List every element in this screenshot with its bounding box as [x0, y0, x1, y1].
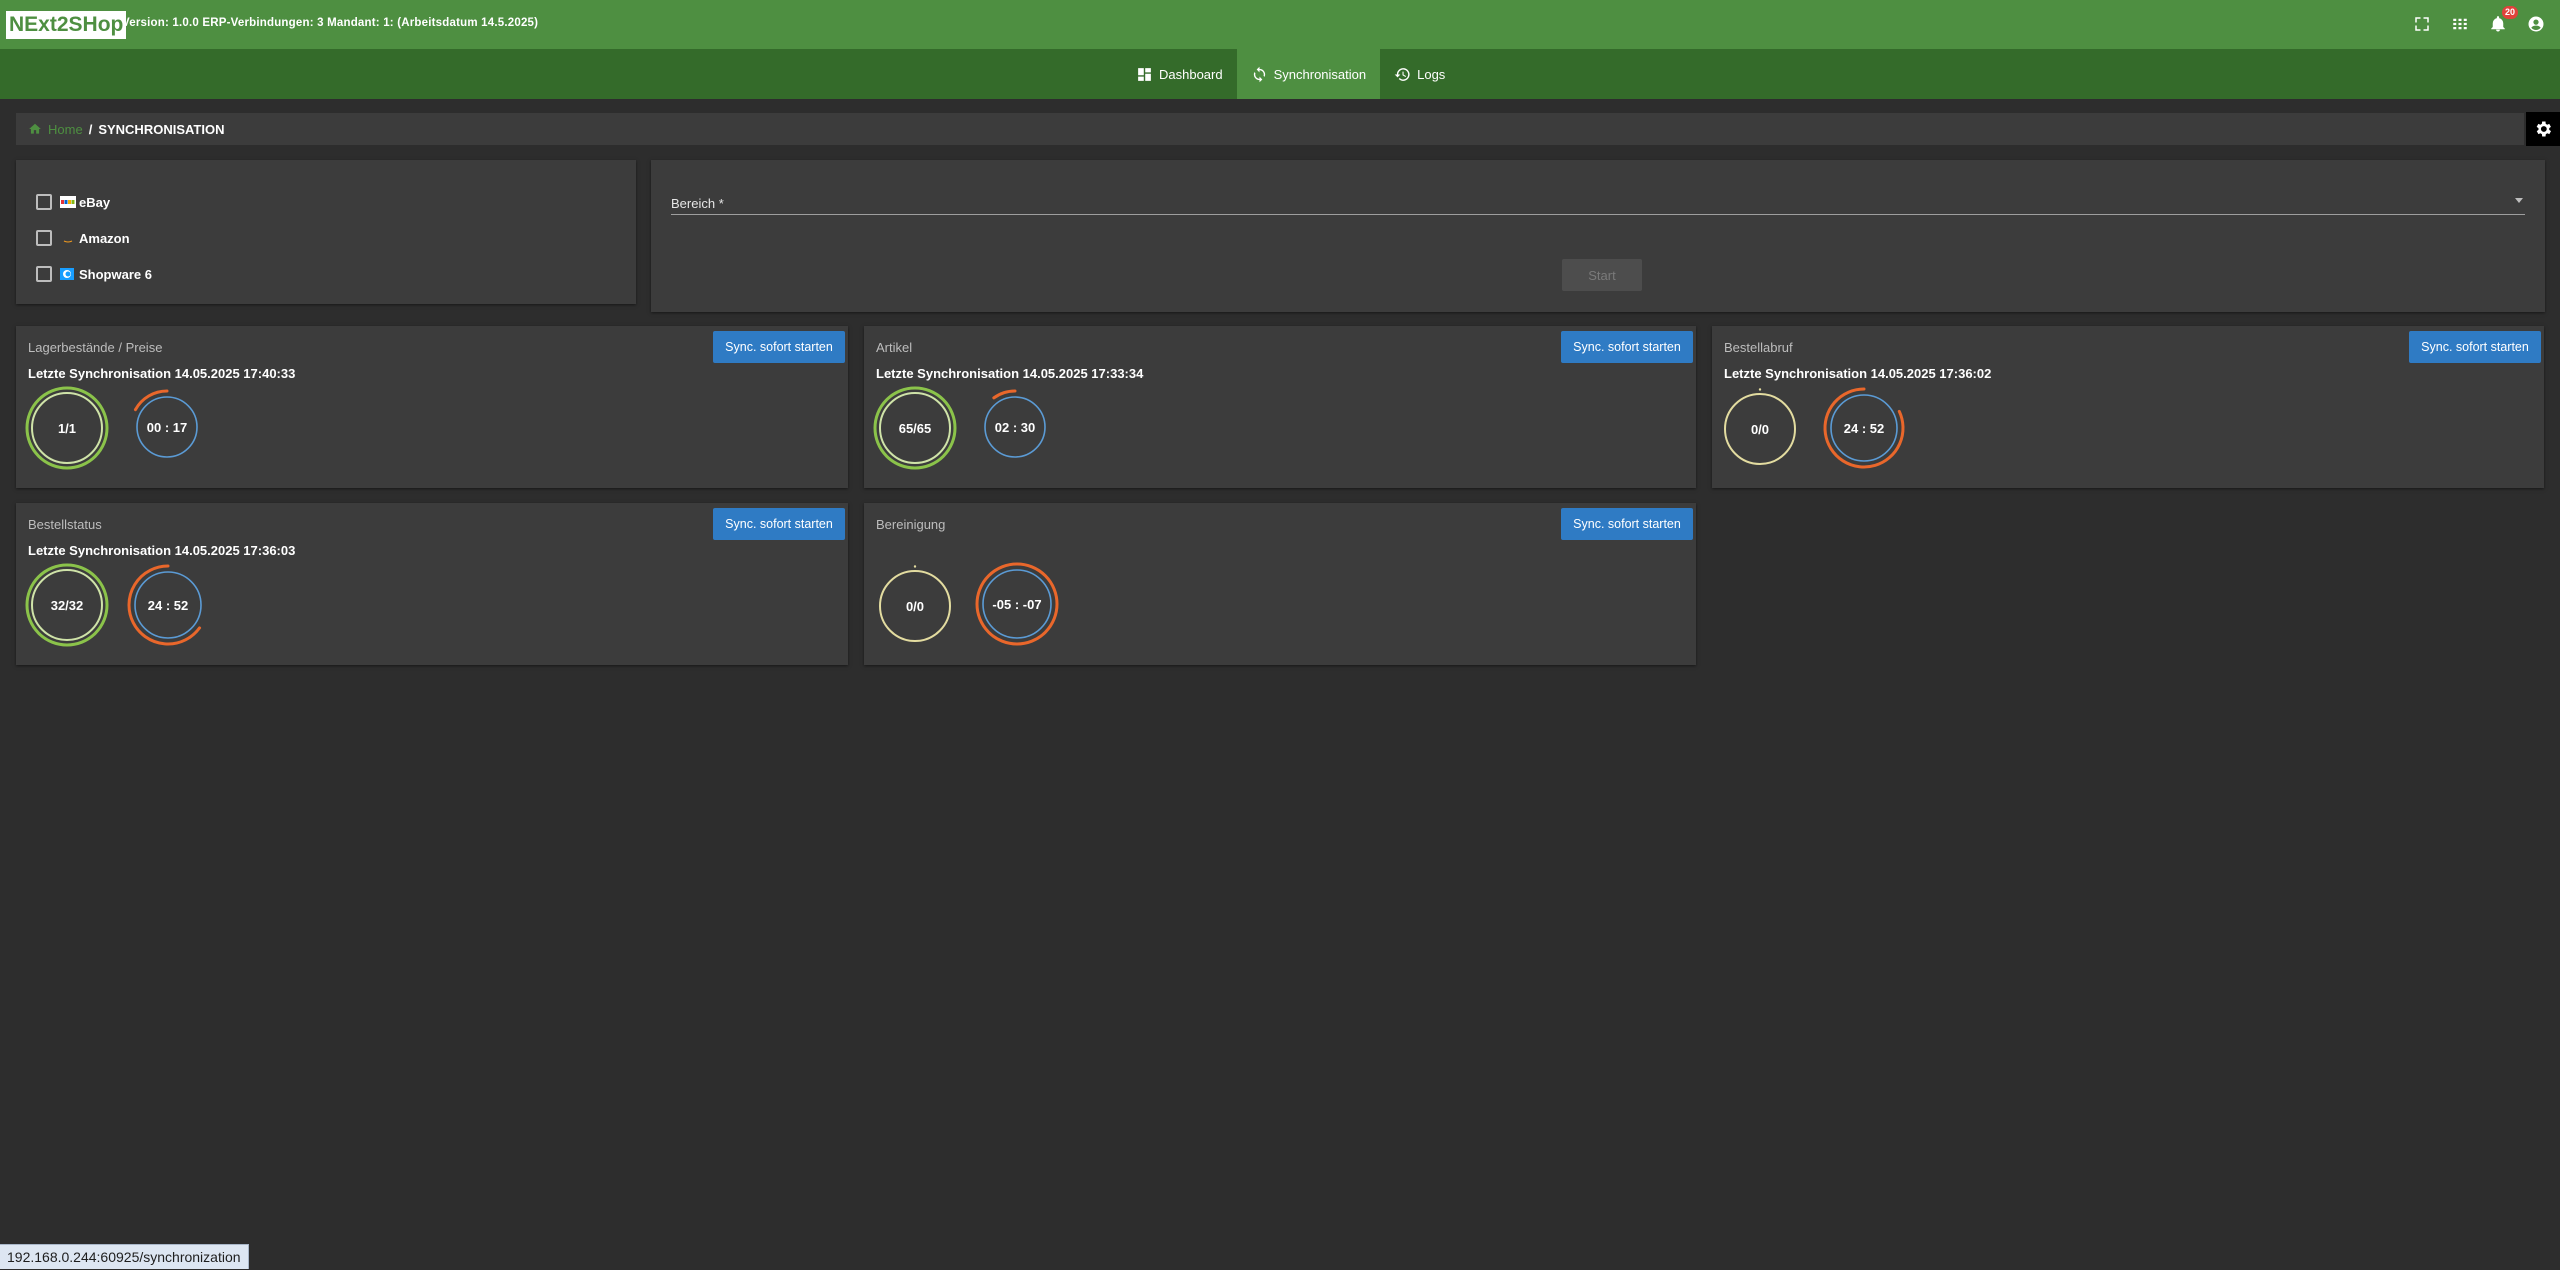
shop-label: eBay — [79, 194, 111, 210]
count-value: 1/1 — [57, 420, 77, 436]
count-value: 0/0 — [1750, 421, 1770, 437]
sync-now-button[interactable]: Sync. sofort starten — [713, 508, 845, 540]
timer-value: 00 : 17 — [146, 419, 188, 435]
breadcrumb-current: SYNCHRONISATION — [98, 121, 225, 137]
nav-item-label: Logs — [1417, 66, 1446, 82]
sync-card-bereinigung: Bereinigung Sync. sofort starten 0/0 -05… — [864, 503, 1696, 665]
sync-now-button[interactable]: Sync. sofort starten — [1561, 331, 1693, 363]
sync-now-button[interactable]: Sync. sofort starten — [2409, 331, 2541, 363]
bereich-select[interactable] — [671, 214, 2525, 215]
home-icon — [29, 123, 41, 134]
bell-icon[interactable]: 20 — [2488, 6, 2518, 36]
count-value: 0/0 — [905, 598, 925, 614]
sync-now-button[interactable]: Sync. sofort starten — [713, 331, 845, 363]
nav-item-label: Dashboard — [1159, 66, 1223, 82]
top-bar: NExt2SHop Version: 1.0.0 ERP-Verbindunge… — [0, 0, 2560, 49]
count-value: 32/32 — [50, 597, 84, 613]
timer-value: 24 : 52 — [1843, 420, 1885, 436]
app-logo[interactable]: NExt2SHop — [6, 11, 127, 39]
card-title: Bereinigung — [876, 517, 946, 532]
shop-label: Shopware 6 — [79, 266, 152, 282]
sync-card-lagerbestaende: Lagerbestände / Preise Sync. sofort star… — [16, 326, 848, 488]
count-gauge: 1/1 — [23, 384, 111, 472]
top-icons: 20 — [2412, 6, 2546, 36]
chevron-down-icon[interactable] — [2515, 198, 2523, 203]
ebay-checkbox[interactable] — [36, 194, 52, 210]
last-sync-text: Letzte Synchronisation 14.05.2025 17:36:… — [28, 543, 296, 558]
account-icon[interactable] — [2526, 12, 2546, 36]
card-title: Lagerbestände / Preise — [28, 340, 163, 355]
timer-value: -05 : -07 — [992, 596, 1042, 612]
dashboard-icon — [1138, 67, 1151, 81]
sync-icon — [1253, 66, 1265, 82]
version-info: Version: 1.0.0 ERP-Verbindungen: 3 Manda… — [122, 17, 539, 29]
status-bar-url: 192.168.0.244:60925/synchronization — [0, 1244, 249, 1269]
shop-option-amazon[interactable]: Amazon — [36, 220, 636, 256]
fullscreen-icon[interactable] — [2412, 12, 2432, 36]
breadcrumb-home-link[interactable]: Home — [48, 122, 83, 137]
count-gauge: 0/0 — [1719, 388, 1801, 470]
apps-grid-icon[interactable] — [2450, 12, 2470, 36]
notification-count-badge: 20 — [2501, 6, 2518, 19]
ebay-logo-icon — [60, 196, 76, 208]
amazon-checkbox[interactable] — [36, 230, 52, 246]
last-sync-text: Letzte Synchronisation 14.05.2025 17:36:… — [1724, 366, 1992, 381]
nav-item-dashboard[interactable]: Dashboard — [1122, 49, 1237, 99]
start-button[interactable]: Start — [1562, 259, 1642, 291]
breadcrumb: Home / SYNCHRONISATION — [16, 113, 2524, 145]
nav-item-synchronisation[interactable]: Synchronisation — [1236, 49, 1381, 99]
count-gauge: 0/0 — [874, 565, 956, 647]
count-value: 65/65 — [898, 420, 932, 436]
shopware-logo-icon — [60, 268, 74, 280]
history-icon — [1394, 67, 1410, 81]
shopware-checkbox[interactable] — [36, 266, 52, 282]
nav-item-logs[interactable]: Logs — [1380, 49, 1459, 99]
timer-value: 24 : 52 — [147, 597, 189, 613]
sync-now-button[interactable]: Sync. sofort starten — [1561, 508, 1693, 540]
settings-button[interactable] — [2526, 112, 2560, 146]
timer-gauge: 24 : 52 — [1822, 386, 1906, 470]
gear-icon — [2536, 121, 2551, 137]
card-title: Bestellstatus — [28, 517, 102, 532]
shop-option-shopware[interactable]: Shopware 6 — [36, 256, 636, 292]
count-gauge: 32/32 — [23, 561, 111, 649]
card-title: Bestellabruf — [1724, 340, 1793, 355]
shop-selection-panel: eBay Amazon Shopware 6 — [16, 160, 636, 304]
amazon-logo-icon — [63, 240, 73, 243]
timer-value: 02 : 30 — [994, 419, 1036, 435]
timer-gauge: -05 : -07 — [974, 561, 1060, 647]
sync-card-bestellstatus: Bestellstatus Sync. sofort starten Letzt… — [16, 503, 848, 665]
main-nav: Dashboard Synchronisation Logs — [0, 49, 2560, 99]
shop-label: Amazon — [79, 230, 130, 246]
timer-gauge: 00 : 17 — [128, 388, 206, 466]
sync-card-artikel: Artikel Sync. sofort starten Letzte Sync… — [864, 326, 1696, 488]
last-sync-text: Letzte Synchronisation 14.05.2025 17:33:… — [876, 366, 1144, 381]
timer-gauge: 24 : 52 — [126, 563, 210, 647]
card-title: Artikel — [876, 340, 913, 355]
breadcrumb-separator: / — [88, 121, 93, 137]
nav-item-label: Synchronisation — [1273, 66, 1367, 82]
bereich-label: Bereich * — [671, 196, 724, 211]
sync-card-bestellabruf: Bestellabruf Sync. sofort starten Letzte… — [1712, 326, 2544, 488]
shop-option-ebay[interactable]: eBay — [36, 184, 636, 220]
count-gauge: 65/65 — [871, 384, 959, 472]
last-sync-text: Letzte Synchronisation 14.05.2025 17:40:… — [28, 366, 296, 381]
timer-gauge: 02 : 30 — [976, 388, 1054, 466]
bereich-panel: Bereich * Start — [651, 160, 2545, 312]
